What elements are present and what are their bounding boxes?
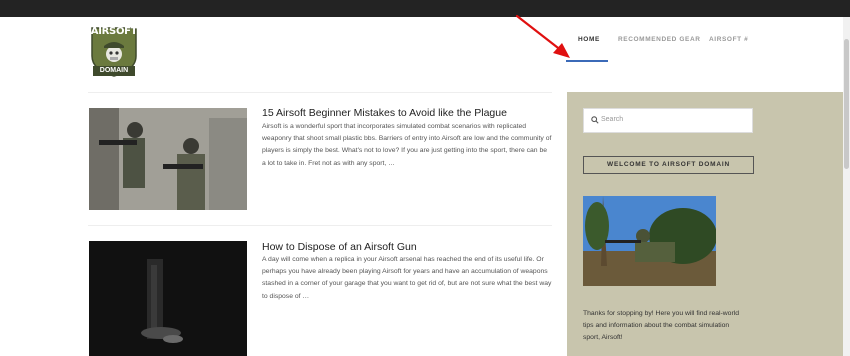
post-title[interactable]: 15 Airsoft Beginner Mistakes to Avoid li… bbox=[262, 107, 507, 119]
post-thumbnail[interactable] bbox=[89, 108, 247, 210]
logo-text-top: AIRSOFT bbox=[90, 26, 138, 37]
page-scrollbar[interactable] bbox=[843, 17, 850, 356]
search-input[interactable]: Search bbox=[583, 108, 753, 133]
post-title[interactable]: How to Dispose of an Airsoft Gun bbox=[262, 241, 417, 253]
sidebar-photo bbox=[583, 196, 716, 286]
welcome-button[interactable]: WELCOME TO AIRSOFT DOMAIN bbox=[583, 156, 754, 174]
annotation-arrow-icon bbox=[515, 14, 570, 58]
search-placeholder: Search bbox=[601, 116, 624, 123]
nav-item-recommended-gear[interactable]: RECOMMENDED GEAR bbox=[618, 36, 701, 43]
nav-item-home[interactable]: HOME bbox=[578, 36, 600, 43]
content-divider bbox=[88, 92, 552, 93]
soldiers-photo-icon bbox=[89, 108, 247, 210]
site-logo[interactable]: AIRSOFT DOMAIN bbox=[88, 26, 140, 78]
top-bar bbox=[0, 0, 850, 17]
search-icon bbox=[591, 116, 599, 124]
dark-room-photo-icon bbox=[89, 241, 247, 356]
soldier-prone-photo-icon bbox=[583, 196, 716, 286]
scrollbar-thumb[interactable] bbox=[844, 39, 849, 169]
post-excerpt: A day will come when a replica in your A… bbox=[262, 256, 552, 300]
sidebar-intro-text: Thanks for stopping by! Here you will fi… bbox=[583, 310, 740, 342]
logo-text-bottom: DOMAIN bbox=[93, 66, 135, 76]
post-divider bbox=[88, 225, 552, 226]
post-excerpt: Airsoft is a wonderful sport that incorp… bbox=[262, 123, 552, 167]
post-thumbnail[interactable] bbox=[89, 241, 247, 356]
nav-item-airsoft[interactable]: AIRSOFT # bbox=[709, 36, 748, 43]
